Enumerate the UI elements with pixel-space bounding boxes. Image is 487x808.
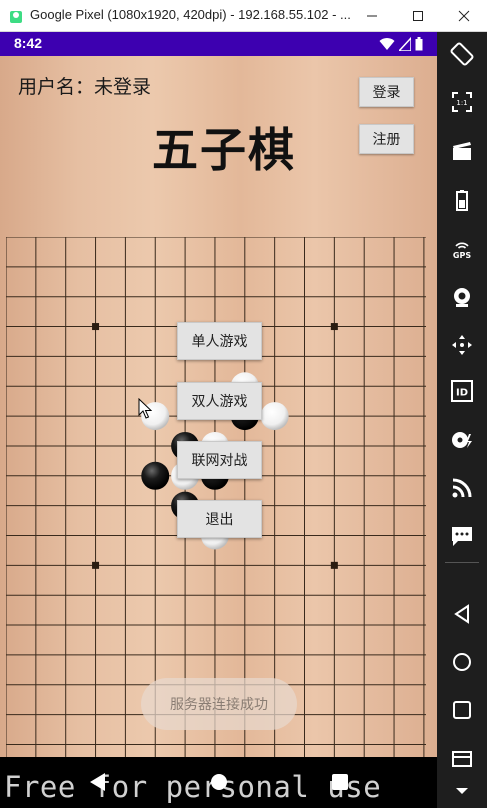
wifi-icon bbox=[379, 38, 395, 50]
emulator-toolbar: 1:1 GPS ID bbox=[437, 32, 487, 808]
emulator-back-button[interactable] bbox=[437, 594, 487, 634]
maximize-icon bbox=[413, 10, 423, 21]
online-battle-button[interactable]: 联网对战 bbox=[177, 441, 262, 479]
window-title: Google Pixel (1080x1920, 420dpi) - 192.1… bbox=[30, 7, 351, 22]
signal-icon bbox=[399, 37, 411, 51]
emulator-home-button[interactable] bbox=[437, 642, 487, 682]
rotate-button[interactable] bbox=[437, 34, 487, 74]
toolbar-divider bbox=[445, 562, 479, 563]
sms-icon bbox=[452, 527, 472, 546]
svg-text:ID: ID bbox=[456, 388, 468, 399]
collapse-icon bbox=[456, 788, 468, 794]
rss-button[interactable] bbox=[437, 468, 487, 508]
star-point bbox=[92, 561, 100, 569]
close-button[interactable] bbox=[441, 0, 487, 31]
collapse-button[interactable] bbox=[437, 774, 487, 808]
id-button[interactable]: ID bbox=[437, 371, 487, 411]
minimize-button[interactable] bbox=[349, 0, 395, 31]
id-icon: ID bbox=[451, 380, 473, 402]
back-icon bbox=[454, 604, 469, 624]
screen-record-button[interactable] bbox=[437, 131, 487, 171]
two-player-button[interactable]: 双人游戏 bbox=[177, 382, 262, 420]
exit-button[interactable]: 退出 bbox=[177, 500, 262, 538]
star-point bbox=[92, 323, 100, 331]
rss-icon bbox=[452, 478, 472, 498]
menu-icon bbox=[452, 751, 472, 767]
star-point bbox=[330, 323, 338, 331]
home-icon bbox=[453, 653, 471, 671]
white-stone bbox=[260, 402, 289, 431]
svg-text:1:1: 1:1 bbox=[456, 99, 467, 107]
battery-icon bbox=[456, 190, 468, 211]
mouse-cursor-icon bbox=[138, 398, 152, 419]
android-emulator-icon bbox=[10, 11, 22, 23]
fullscreen-button[interactable]: 1:1 bbox=[437, 82, 487, 122]
watermark: Free for personal use bbox=[4, 770, 382, 804]
recents-icon bbox=[453, 701, 471, 719]
window-titlebar: Google Pixel (1080x1920, 420dpi) - 192.1… bbox=[0, 0, 487, 32]
minimize-icon bbox=[367, 15, 377, 16]
svg-text:GPS: GPS bbox=[453, 251, 471, 260]
gps-button[interactable]: GPS bbox=[437, 229, 487, 269]
gps-icon: GPS bbox=[453, 242, 471, 260]
screen-record-icon bbox=[453, 142, 471, 160]
battery-icon bbox=[415, 37, 423, 51]
emulator-menu-button[interactable] bbox=[437, 738, 487, 778]
status-time: 8:42 bbox=[14, 35, 43, 51]
close-icon bbox=[458, 10, 470, 21]
login-button[interactable]: 登录 bbox=[359, 77, 414, 107]
fullscreen-icon: 1:1 bbox=[452, 92, 472, 112]
move-icon bbox=[452, 335, 472, 355]
star-point bbox=[330, 561, 338, 569]
battery-button[interactable] bbox=[437, 180, 487, 220]
move-button[interactable] bbox=[437, 325, 487, 365]
single-player-button[interactable]: 单人游戏 bbox=[177, 322, 262, 360]
emulator-recents-button[interactable] bbox=[437, 690, 487, 730]
app-title: 五子棋 bbox=[152, 123, 296, 177]
status-bar: 8:42 bbox=[0, 32, 437, 56]
rotate-icon bbox=[450, 42, 474, 66]
maximize-button[interactable] bbox=[395, 0, 441, 31]
camera-button[interactable] bbox=[437, 277, 487, 317]
black-stone bbox=[141, 461, 170, 490]
camera-icon bbox=[454, 288, 470, 307]
username-label: 用户名：未登录 bbox=[18, 76, 152, 98]
phone-screen: 8:42 用户名：未登录 五子棋 登录 注册 单人游戏 双人游戏 联网对战 退出… bbox=[0, 32, 437, 808]
toast-message: 服务器连接成功 bbox=[141, 678, 297, 730]
sms-button[interactable] bbox=[437, 516, 487, 556]
disk-icon bbox=[452, 432, 472, 448]
disk-button[interactable] bbox=[437, 420, 487, 460]
register-button[interactable]: 注册 bbox=[359, 124, 414, 154]
